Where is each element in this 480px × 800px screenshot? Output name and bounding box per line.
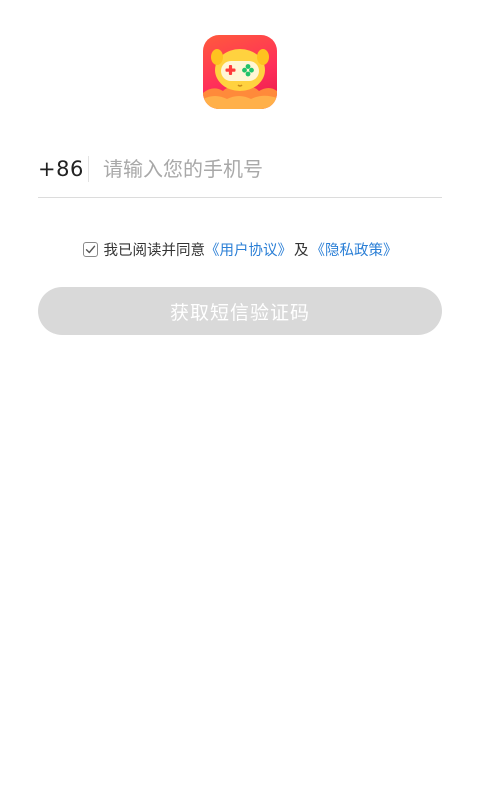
- agreement-connector: 及: [294, 242, 309, 259]
- get-sms-code-button[interactable]: 获取短信验证码: [38, 287, 442, 335]
- divider: [88, 155, 89, 182]
- agreement-checkbox[interactable]: [82, 241, 98, 257]
- check-icon: [85, 245, 95, 253]
- app-logo: [203, 35, 277, 109]
- country-code[interactable]: +86: [38, 157, 84, 181]
- phone-input-row: +86: [38, 140, 442, 198]
- privacy-policy-link[interactable]: 《隐私政策》: [311, 239, 398, 260]
- user-agreement-link[interactable]: 《用户协议》: [205, 239, 292, 260]
- game-controller-mascot-icon: [203, 49, 277, 109]
- phone-input[interactable]: [103, 156, 403, 181]
- agreement-prefix: 我已阅读并同意: [103, 242, 206, 259]
- agreement-row: 我已阅读并同意 《用户协议》 及 《隐私政策》: [0, 238, 480, 260]
